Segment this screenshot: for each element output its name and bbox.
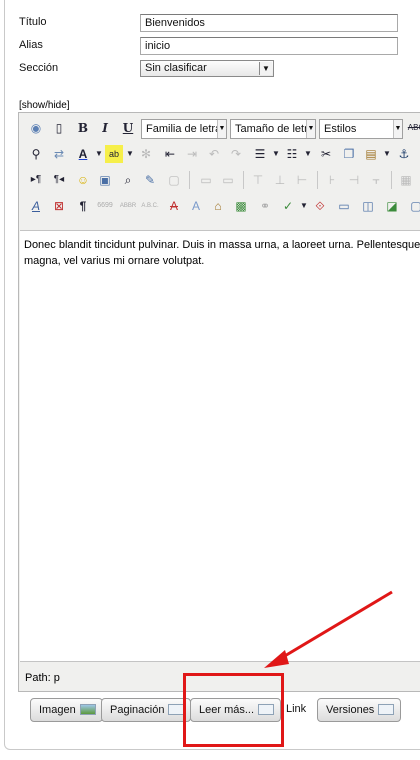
- paragraph-icon[interactable]: ¶: [74, 197, 92, 215]
- new-document-icon[interactable]: ▯: [50, 119, 68, 137]
- alias-input[interactable]: inicio: [140, 37, 398, 55]
- deletion-icon[interactable]: A: [165, 197, 183, 215]
- emoticon-icon[interactable]: ☺: [74, 171, 92, 189]
- cut-icon[interactable]: ✂: [317, 145, 335, 163]
- toolbar-separator: [243, 171, 244, 189]
- rtl-icon[interactable]: ¶◂: [50, 171, 68, 189]
- cite-icon[interactable]: 6699: [96, 197, 114, 215]
- fullscreen-icon[interactable]: ▢: [407, 197, 420, 215]
- toolbar-separator: [189, 171, 190, 189]
- delete-col-icon[interactable]: ⫟: [367, 171, 385, 189]
- col-before-icon[interactable]: ⊦: [323, 171, 341, 189]
- alias-row: Alias inicio: [10, 35, 420, 57]
- toolbar-row-3: ▸¶ ¶◂ ☺ ▣ ⌕ ✎ ▢ ▭ ▭ ⊤ ⊥ ⊢ ⊦ ⊣ ⫟ ▦: [19, 167, 420, 193]
- delete-row-icon[interactable]: ⊢: [293, 171, 311, 189]
- table-icon[interactable]: ▭: [197, 171, 215, 189]
- content-line: Donec blandit tincidunt pulvinar. Duis i…: [24, 239, 420, 251]
- copy-icon[interactable]: ❐: [340, 145, 358, 163]
- versiones-button[interactable]: Versiones: [317, 698, 402, 722]
- alias-label: Alias: [19, 39, 43, 51]
- versiones-label: Versiones: [326, 704, 375, 716]
- split-cells-icon[interactable]: ▦: [397, 171, 415, 189]
- acronym-icon[interactable]: A.B.C.: [141, 197, 159, 215]
- redo-icon[interactable]: ↷: [227, 145, 245, 163]
- versions-icon: [378, 704, 395, 715]
- indent-icon[interactable]: ⇥: [183, 145, 201, 163]
- layer-icon[interactable]: ◫: [359, 197, 377, 215]
- abbr-icon[interactable]: ABBR: [119, 197, 137, 215]
- editor-content[interactable]: Donec blandit tincidunt pulvinar. Duis i…: [20, 230, 420, 662]
- code-icon[interactable]: ⟐: [311, 197, 329, 215]
- toggle-editor-link[interactable]: [show/hide]: [19, 100, 70, 111]
- attributes-icon[interactable]: ⌂: [209, 197, 227, 215]
- chevron-down-icon: ▼: [259, 62, 272, 75]
- link-button[interactable]: Link: [286, 703, 306, 715]
- seccion-value: Sin clasificar: [145, 62, 207, 74]
- replace-icon[interactable]: ⇄: [50, 145, 68, 163]
- image-icon: [79, 704, 96, 715]
- toolbar-row-1: ◉ ▯ B I U Familia de letra ▼ Tamaño de l…: [19, 115, 420, 141]
- clean-format-icon[interactable]: ✻: [137, 145, 155, 163]
- ltr-icon[interactable]: ▸¶: [27, 171, 45, 189]
- chevron-down-icon: ▼: [217, 120, 226, 138]
- styles-select[interactable]: Estilos ▼: [319, 119, 403, 139]
- toolbar-separator: [391, 171, 392, 189]
- toolbar-separator: [317, 171, 318, 189]
- row-before-icon[interactable]: ⊤: [249, 171, 267, 189]
- seccion-label: Sección: [19, 62, 59, 74]
- outdent-icon[interactable]: ⇤: [161, 145, 179, 163]
- visual-aid-icon[interactable]: ▭: [335, 197, 353, 215]
- toolbar-row-2: ⚲ ⇄ A ▼ ab ▼ ✻ ⇤ ⇥ ↶ ↷ ☰ ▼ ☷ ▼ ✂ ❐ ▤ ▼ ⚓: [19, 141, 420, 167]
- highlight-box: [183, 673, 284, 747]
- image-icon[interactable]: ▩: [232, 197, 250, 215]
- styleprops-icon[interactable]: A: [27, 197, 45, 215]
- seccion-select[interactable]: Sin clasificar ▼: [140, 60, 274, 77]
- italic-icon[interactable]: I: [96, 119, 114, 137]
- titulo-label: Título: [19, 16, 47, 28]
- rich-text-editor: ◉ ▯ B I U Familia de letra ▼ Tamaño de l…: [18, 112, 420, 692]
- find-icon[interactable]: ⚲: [27, 145, 45, 163]
- content-line: magna, vel varius mi ornare volutpat.: [24, 255, 205, 267]
- chevron-down-icon[interactable]: ▼: [299, 145, 317, 163]
- anchor-icon[interactable]: ⚓: [395, 145, 413, 163]
- seccion-row: Sección Sin clasificar ▼: [10, 58, 420, 80]
- insertion-icon[interactable]: A: [187, 197, 205, 215]
- col-after-icon[interactable]: ⊣: [345, 171, 363, 189]
- link-icon[interactable]: ⚭: [256, 197, 274, 215]
- chevron-down-icon[interactable]: ▼: [378, 145, 396, 163]
- toolbar-row-4: A ⊠ ¶ 6699 ABBR A.B.C. A A ⌂ ▩ ⚭ ✓ ▼ ⟐ ▭…: [19, 193, 420, 219]
- condense-icon[interactable]: ⊠: [50, 197, 68, 215]
- imagen-label: Imagen: [39, 704, 76, 716]
- imagen-button[interactable]: Imagen: [30, 698, 103, 722]
- undo-icon[interactable]: ↶: [205, 145, 223, 163]
- font-size-select[interactable]: Tamaño de letra ▼: [230, 119, 316, 139]
- paginacion-button[interactable]: Paginación: [101, 698, 192, 722]
- row-after-icon[interactable]: ⊥: [271, 171, 289, 189]
- chevron-down-icon: ▼: [393, 120, 402, 138]
- font-family-value: Familia de letra: [146, 123, 222, 135]
- strikethrough-icon[interactable]: ABC: [407, 119, 420, 137]
- styles-value: Estilos: [324, 123, 357, 135]
- chevron-down-icon: ▼: [306, 120, 315, 138]
- media-icon[interactable]: ▣: [96, 171, 114, 189]
- help-icon[interactable]: ◉: [27, 119, 45, 137]
- titulo-input[interactable]: Bienvenidos: [140, 14, 398, 32]
- table-props-icon[interactable]: ▭: [219, 171, 237, 189]
- titulo-row: Título Bienvenidos: [10, 12, 420, 34]
- bold-icon[interactable]: B: [74, 119, 92, 137]
- paginacion-label: Paginación: [110, 704, 165, 716]
- font-family-select[interactable]: Familia de letra ▼: [141, 119, 227, 139]
- font-size-value: Tamaño de letra: [235, 123, 314, 135]
- underline-icon[interactable]: U: [119, 119, 137, 137]
- edit-icon[interactable]: ✎: [141, 171, 159, 189]
- insert-layer-icon[interactable]: ◪: [383, 197, 401, 215]
- template-icon[interactable]: ▢: [165, 171, 183, 189]
- preview-icon[interactable]: ⌕: [119, 171, 137, 189]
